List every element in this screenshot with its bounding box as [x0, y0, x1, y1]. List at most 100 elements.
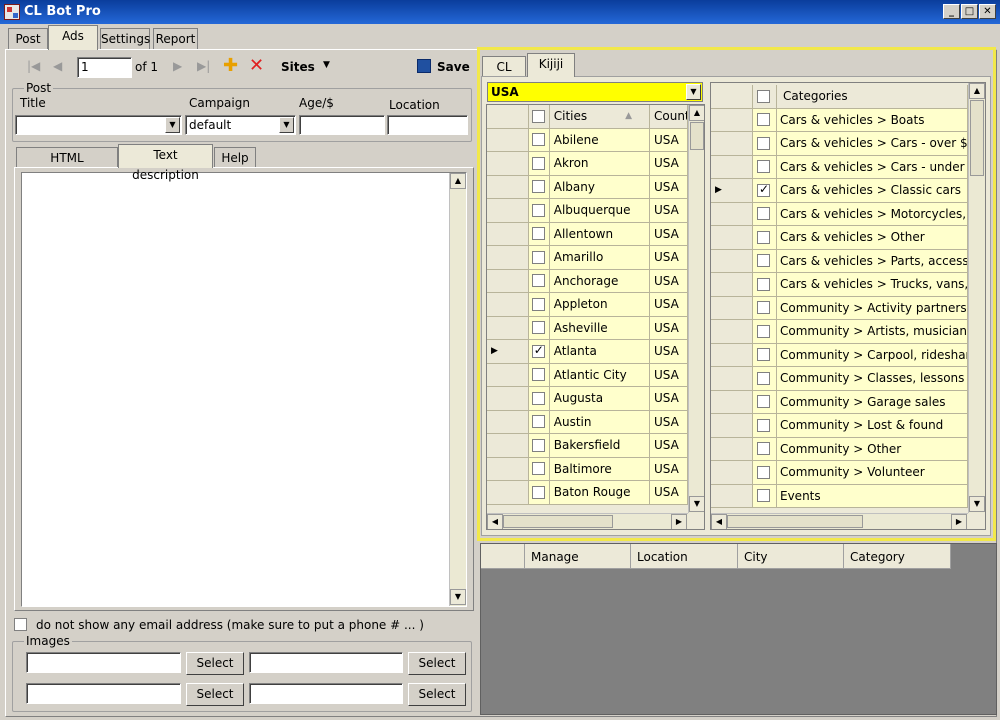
cities-hscroll-thumb[interactable] [503, 515, 613, 528]
city-checkbox[interactable] [529, 175, 550, 198]
image-path-input-3[interactable] [26, 683, 181, 704]
scroll-right-icon[interactable]: ▶ [671, 514, 687, 529]
row-header[interactable] [487, 457, 529, 480]
row-header[interactable] [711, 155, 753, 178]
category-column-header[interactable]: Category [844, 544, 951, 568]
record-number-input[interactable]: 1 [77, 57, 132, 78]
category-checkbox[interactable] [753, 484, 777, 507]
maximize-button[interactable]: □ [961, 4, 978, 19]
city-row[interactable]: Baltimore USA [487, 457, 688, 481]
category-checkbox[interactable] [753, 320, 777, 343]
row-header[interactable] [711, 249, 753, 272]
category-checkbox[interactable] [753, 249, 777, 272]
next-record-icon[interactable]: ▶ [173, 59, 182, 73]
no-email-checkbox[interactable] [14, 617, 27, 631]
row-header[interactable] [711, 484, 753, 507]
row-header[interactable] [711, 296, 753, 319]
category-row[interactable]: Community > Classes, lessons [711, 367, 968, 391]
category-row[interactable]: Events [711, 484, 968, 508]
category-checkbox[interactable] [753, 414, 777, 437]
city-checkbox[interactable] [529, 434, 550, 457]
description-textarea[interactable]: ▲ ▼ [21, 172, 467, 607]
city-row[interactable]: Allentown USA [487, 222, 688, 246]
city-row[interactable]: Akron USA [487, 152, 688, 176]
city-row[interactable]: Appleton USA [487, 293, 688, 317]
minimize-button[interactable]: _ [943, 4, 960, 19]
category-checkbox[interactable] [753, 437, 777, 460]
row-header[interactable] [711, 320, 753, 343]
image-path-input-4[interactable] [249, 683, 403, 704]
categories-header-row[interactable]: Categories [711, 85, 968, 109]
row-header[interactable] [487, 269, 529, 292]
row-header[interactable] [711, 132, 753, 155]
cities-scroll-thumb[interactable] [690, 122, 704, 150]
city-row[interactable]: Abilene USA [487, 128, 688, 152]
row-header[interactable] [487, 222, 529, 245]
row-header[interactable] [487, 481, 529, 504]
city-checkbox[interactable] [529, 410, 550, 433]
age-price-input[interactable] [299, 115, 385, 135]
city-checkbox[interactable] [529, 152, 550, 175]
select-image-button-3[interactable]: Select [186, 683, 244, 706]
row-header[interactable] [711, 226, 753, 249]
category-checkbox[interactable] [753, 108, 777, 131]
city-row[interactable]: Bakersfield USA [487, 434, 688, 458]
city-checkbox[interactable] [529, 222, 550, 245]
city-checkbox[interactable] [529, 199, 550, 222]
city-row[interactable]: Albany USA [487, 175, 688, 199]
chevron-down-icon[interactable]: ▼ [279, 117, 294, 133]
row-header[interactable] [711, 367, 753, 390]
save-button[interactable]: Save [437, 60, 470, 74]
city-checkbox[interactable] [529, 316, 550, 339]
city-row[interactable]: Amarillo USA [487, 246, 688, 270]
category-row[interactable]: Cars & vehicles > Boats [711, 108, 968, 132]
row-header[interactable] [711, 343, 753, 366]
category-row[interactable]: Cars & vehicles > Other [711, 226, 968, 250]
row-header[interactable] [711, 390, 753, 413]
category-row[interactable]: Cars & vehicles > Cars - under $5K [711, 155, 968, 179]
row-header[interactable] [487, 363, 529, 386]
category-row[interactable]: ▶ Cars & vehicles > Classic cars [711, 179, 968, 203]
select-image-button-4[interactable]: Select [408, 683, 466, 706]
city-checkbox[interactable] [529, 457, 550, 480]
chevron-down-icon[interactable]: ▼ [165, 117, 180, 133]
category-checkbox[interactable] [753, 461, 777, 484]
save-icon[interactable] [417, 59, 431, 73]
categories-column-header[interactable]: Categories [777, 85, 968, 108]
city-checkbox[interactable] [529, 246, 550, 269]
tab-post[interactable]: Post [8, 28, 48, 50]
row-header[interactable] [711, 461, 753, 484]
category-row[interactable]: Community > Volunteer [711, 461, 968, 485]
title-select[interactable]: ▼ [15, 115, 182, 135]
city-checkbox[interactable] [529, 387, 550, 410]
tab-ads[interactable]: Ads [48, 25, 98, 50]
row-header[interactable]: ▶ [487, 340, 529, 363]
row-header[interactable] [711, 202, 753, 225]
city-row[interactable]: Austin USA [487, 410, 688, 434]
location-input[interactable] [387, 115, 468, 135]
scroll-down-icon[interactable]: ▼ [450, 589, 466, 605]
last-record-icon[interactable]: ▶| [197, 59, 210, 73]
select-image-button-1[interactable]: Select [186, 652, 244, 675]
sites-dropdown[interactable]: Sites [281, 60, 315, 74]
city-checkbox[interactable] [529, 269, 550, 292]
select-all-cities-checkbox[interactable] [528, 105, 550, 128]
city-row[interactable]: Asheville USA [487, 316, 688, 340]
scroll-down-icon[interactable]: ▼ [969, 496, 985, 512]
row-header[interactable] [711, 414, 753, 437]
location-column-header[interactable]: Location [631, 544, 738, 568]
scroll-up-icon[interactable]: ▲ [969, 83, 985, 99]
scroll-left-icon[interactable]: ◀ [711, 514, 727, 529]
category-checkbox[interactable] [753, 226, 777, 249]
row-header[interactable] [487, 387, 529, 410]
delete-icon[interactable]: ✕ [249, 55, 264, 76]
row-header[interactable] [487, 152, 529, 175]
category-checkbox[interactable] [753, 343, 777, 366]
city-column-header[interactable]: City [738, 544, 844, 568]
categories-hscrollbar[interactable]: ◀ ▶ [711, 513, 968, 529]
scroll-left-icon[interactable]: ◀ [487, 514, 503, 529]
description-scrollbar[interactable]: ▲ ▼ [449, 173, 466, 606]
category-checkbox[interactable] [753, 296, 777, 319]
category-row[interactable]: Community > Artists, musicians [711, 320, 968, 344]
city-row[interactable]: Baton Rouge USA [487, 481, 688, 505]
